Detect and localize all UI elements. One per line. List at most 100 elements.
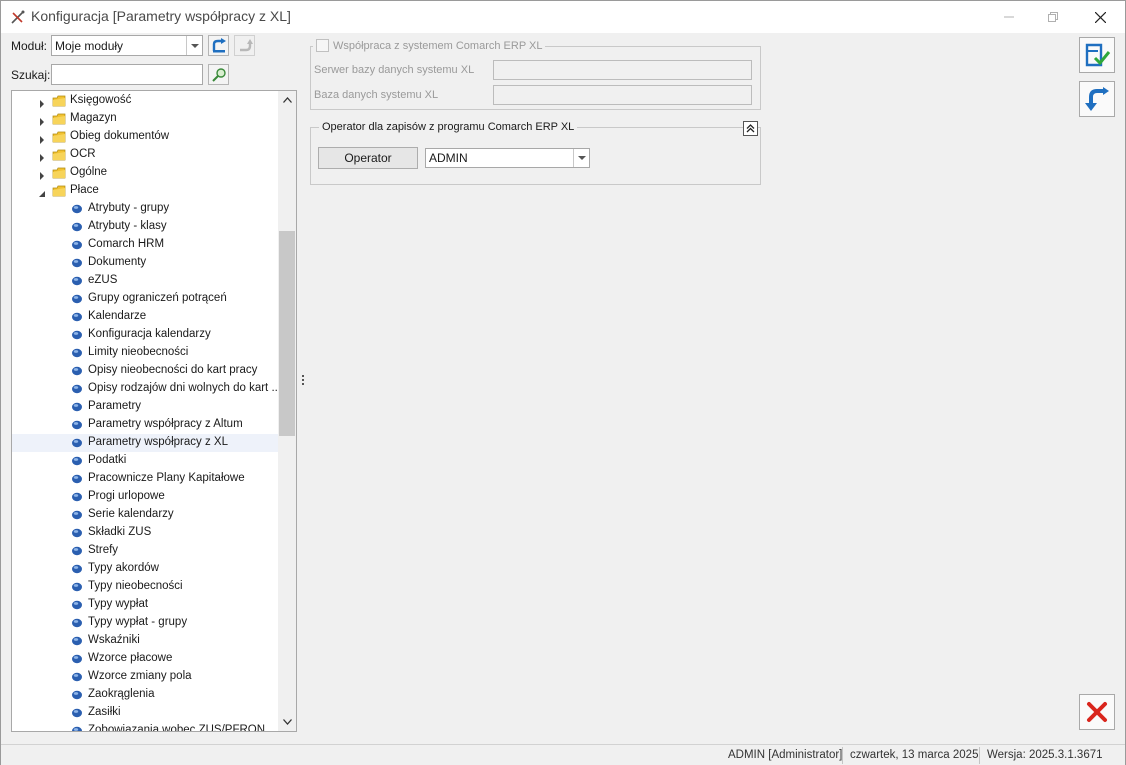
tree-item-label: Zaokrąglenia bbox=[88, 688, 155, 700]
tree-item-row[interactable]: eZUS bbox=[12, 272, 279, 290]
operator-select[interactable]: ADMIN bbox=[425, 148, 590, 168]
erp-xl-group: Współpraca z systemem Comarch ERP XL Ser… bbox=[310, 39, 761, 110]
tree-item-row[interactable]: Zobowiązania wobec ZUS/PFRON bbox=[12, 722, 279, 732]
tree-category-label: Księgowość bbox=[70, 94, 132, 106]
tree-item-label: Dokumenty bbox=[88, 256, 147, 268]
tree-item-label: Limity nieobecności bbox=[88, 346, 189, 358]
tree-item-label: Comarch HRM bbox=[88, 238, 165, 250]
tree-item-row[interactable]: Konfiguracja kalendarzy bbox=[12, 326, 279, 344]
forward-button[interactable] bbox=[234, 35, 255, 56]
expand-arrow-icon[interactable] bbox=[38, 133, 46, 144]
tree-scrollbar[interactable] bbox=[278, 91, 296, 731]
tree-item-row[interactable]: Typy nieobecności bbox=[12, 578, 279, 596]
module-select[interactable]: Moje moduły bbox=[51, 35, 203, 56]
database-label: Baza danych systemu XL bbox=[314, 89, 439, 101]
tree-item-row[interactable]: Comarch HRM bbox=[12, 236, 279, 254]
tree-item-row[interactable]: Serie kalendarzy bbox=[12, 506, 279, 524]
tree-item-row[interactable]: Zaokrąglenia bbox=[12, 686, 279, 704]
tree-category-label: Obieg dokumentów bbox=[70, 130, 170, 142]
tree-item-row[interactable]: Dokumenty bbox=[12, 254, 279, 272]
tree-item-row[interactable]: Typy wypłat - grupy bbox=[12, 614, 279, 632]
tree-item-row[interactable]: Wzorce płacowe bbox=[12, 650, 279, 668]
save-button[interactable] bbox=[1079, 37, 1115, 73]
erp-xl-checkbox-label: Współpraca z systemem Comarch ERP XL bbox=[333, 39, 543, 52]
folder-icon bbox=[52, 95, 66, 107]
tree-item-row[interactable]: Kalendarze bbox=[12, 308, 279, 326]
settings-leaf-icon bbox=[71, 509, 83, 521]
database-field[interactable] bbox=[493, 85, 752, 105]
search-button[interactable] bbox=[208, 64, 229, 85]
tree-item-row[interactable]: Wzorce zmiany pola bbox=[12, 668, 279, 686]
tree-item-row[interactable]: Typy wypłat bbox=[12, 596, 279, 614]
status-bar: ADMIN [Administrator] czwartek, 13 marca… bbox=[1, 744, 1125, 765]
status-user: ADMIN [Administrator] bbox=[728, 749, 843, 761]
expand-arrow-icon[interactable] bbox=[38, 115, 46, 126]
tree-item-row[interactable]: Zasiłki bbox=[12, 704, 279, 722]
search-label: Szukaj: bbox=[11, 68, 51, 82]
tree-item-row[interactable]: Podatki bbox=[12, 452, 279, 470]
tree-category-row[interactable]: Magazyn bbox=[12, 110, 279, 128]
tree-item-row[interactable]: Typy akordów bbox=[12, 560, 279, 578]
folder-icon bbox=[52, 113, 66, 125]
save-icon bbox=[1085, 43, 1111, 67]
tree-item-row[interactable]: Wskaźniki bbox=[12, 632, 279, 650]
tree-item-row[interactable]: Progi urlopowe bbox=[12, 488, 279, 506]
erp-xl-checkbox[interactable] bbox=[316, 39, 329, 52]
tree-category-row[interactable]: OCR bbox=[12, 146, 279, 164]
panel-splitter[interactable] bbox=[301, 375, 305, 389]
expand-arrow-icon[interactable] bbox=[38, 151, 46, 162]
tree-item-label: Zobowiązania wobec ZUS/PFRON bbox=[88, 724, 266, 732]
operator-select-value: ADMIN bbox=[429, 151, 468, 165]
operator-button[interactable]: Operator bbox=[318, 147, 418, 169]
expand-arrow-icon[interactable] bbox=[38, 169, 46, 180]
undo-button[interactable] bbox=[1079, 81, 1115, 117]
tree-item-row[interactable]: Opisy nieobecności do kart pracy bbox=[12, 362, 279, 380]
tree-item-row[interactable]: Atrybuty - grupy bbox=[12, 200, 279, 218]
tree-item-label: Opisy rodzajów dni wolnych do kart ... bbox=[88, 382, 282, 394]
settings-leaf-icon bbox=[71, 491, 83, 503]
tree-category-row[interactable]: Płace bbox=[12, 182, 279, 200]
tree-item-label: Strefy bbox=[88, 544, 119, 556]
expand-arrow-icon[interactable] bbox=[38, 97, 46, 108]
tree-item-row[interactable]: Atrybuty - klasy bbox=[12, 218, 279, 236]
cancel-button[interactable] bbox=[1079, 694, 1115, 730]
restore-button[interactable] bbox=[1030, 1, 1076, 33]
collapse-arrow-icon[interactable] bbox=[38, 187, 46, 197]
tree-item-row[interactable]: Grupy ograniczeń potrąceń bbox=[12, 290, 279, 308]
config-tree[interactable]: Księgowość Magazyn Obieg dokumentów OCR Ogól… bbox=[11, 90, 297, 732]
tree-item-label: Pracownicze Plany Kapitałowe bbox=[88, 472, 245, 484]
tree-item-row[interactable]: Parametry współpracy z Altum bbox=[12, 416, 279, 434]
tree-item-label: eZUS bbox=[88, 274, 118, 286]
operator-group-title: Operator dla zapisów z programu Comarch … bbox=[319, 121, 578, 133]
config-window: Konfiguracja [Parametry współpracy z XL]… bbox=[0, 0, 1126, 765]
tree-item-row[interactable]: Pracownicze Plany Kapitałowe bbox=[12, 470, 279, 488]
back-arrow-icon bbox=[212, 37, 226, 52]
scroll-up-button[interactable] bbox=[278, 91, 296, 109]
minimize-button[interactable] bbox=[986, 1, 1032, 33]
tree-item-row[interactable]: Parametry współpracy z XL bbox=[12, 434, 279, 452]
tree-item-label: Wzorce zmiany pola bbox=[88, 670, 192, 682]
tree-item-row[interactable]: Składki ZUS bbox=[12, 524, 279, 542]
settings-leaf-icon bbox=[71, 563, 83, 575]
tree-category-row[interactable]: Księgowość bbox=[12, 92, 279, 110]
settings-leaf-icon bbox=[71, 455, 83, 467]
collapse-button[interactable] bbox=[743, 121, 758, 136]
tree-category-label: Ogólne bbox=[70, 166, 108, 178]
back-button[interactable] bbox=[208, 35, 229, 56]
chevron-down-icon[interactable] bbox=[573, 149, 589, 167]
tree-category-row[interactable]: Obieg dokumentów bbox=[12, 128, 279, 146]
scroll-down-button[interactable] bbox=[278, 713, 296, 731]
settings-leaf-icon bbox=[71, 329, 83, 341]
tree-category-row[interactable]: Ogólne bbox=[12, 164, 279, 182]
tree-item-label: Serie kalendarzy bbox=[88, 508, 174, 520]
tree-item-row[interactable]: Opisy rodzajów dni wolnych do kart ... bbox=[12, 380, 282, 398]
status-date: czwartek, 13 marca 2025 bbox=[850, 749, 979, 761]
tree-item-row[interactable]: Parametry bbox=[12, 398, 279, 416]
tree-item-row[interactable]: Limity nieobecności bbox=[12, 344, 279, 362]
close-window-button[interactable] bbox=[1077, 1, 1123, 33]
server-field[interactable] bbox=[493, 60, 752, 80]
tree-item-row[interactable]: Strefy bbox=[12, 542, 279, 560]
chevron-down-icon[interactable] bbox=[186, 36, 202, 55]
search-input[interactable] bbox=[51, 64, 203, 85]
scroll-thumb[interactable] bbox=[279, 231, 295, 436]
